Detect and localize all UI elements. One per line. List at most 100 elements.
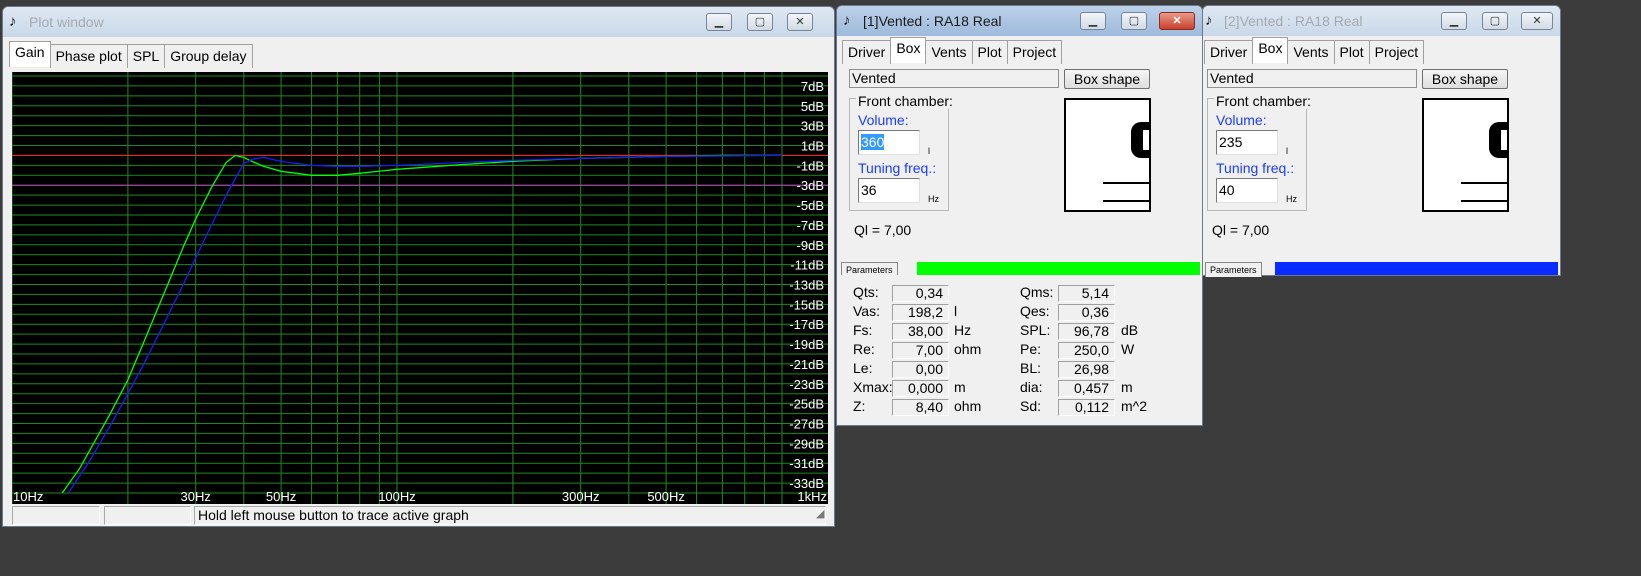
qes-value: 0,36 <box>1058 304 1115 321</box>
xmax-value: 0,000 <box>892 380 949 397</box>
window-title: [1]Vented : RA18 Real <box>863 13 1002 29</box>
close-button[interactable]: ✕ <box>1521 12 1553 30</box>
y-tick-label: -17dB <box>789 317 824 332</box>
y-tick-label: 3dB <box>801 119 824 134</box>
gain-plot[interactable]: 7dB 5dB 3dB 1dB -1dB -3dB -5dB -7dB -9dB -11dB -13… <box>12 72 828 504</box>
spl-label: SPL: <box>1020 322 1051 338</box>
tab-box[interactable]: Box <box>1252 37 1289 63</box>
bl-label: BL: <box>1020 360 1042 376</box>
y-tick-label: -11dB <box>790 258 824 273</box>
dia-label: dia: <box>1020 379 1043 395</box>
app-icon[interactable]: ♪ <box>9 13 23 31</box>
y-tick-label: -13dB <box>789 278 824 293</box>
plot-window-titlebar[interactable]: ♪ Plot window ▁ ▢ ✕ <box>3 7 834 37</box>
close-button[interactable]: ✕ <box>1159 12 1195 30</box>
bl-value: 26,98 <box>1058 361 1115 378</box>
maximize-button[interactable]: ▢ <box>747 13 773 31</box>
tuning-freq-unit: Hz <box>1286 194 1297 204</box>
tab-driver[interactable]: Driver <box>1204 40 1254 64</box>
y-tick-label: -9dB <box>797 238 824 253</box>
x-tick-label: 100Hz <box>378 489 416 504</box>
tuning-freq-input[interactable]: 40 <box>1216 178 1278 203</box>
y-tick-label: -7dB <box>797 218 824 233</box>
pe-value: 250,0 <box>1058 342 1115 359</box>
tab-plot[interactable]: Plot <box>971 40 1008 64</box>
y-tick-label: -27dB <box>789 417 824 432</box>
dia-unit: m <box>1121 379 1133 395</box>
ql-label: Ql = 7,00 <box>854 222 912 238</box>
status-box-1 <box>12 506 100 525</box>
volume-unit: l <box>928 146 930 156</box>
box-shape-preview <box>1064 98 1151 212</box>
y-tick-label: -19dB <box>789 337 824 352</box>
resize-grip-icon[interactable]: ◢ <box>816 508 828 520</box>
tab-box[interactable]: Box <box>890 37 927 63</box>
le-label: Le: <box>853 360 873 376</box>
vas-value: 198,2 <box>892 304 949 321</box>
qms-value: 5,14 <box>1058 285 1115 302</box>
tab-vents[interactable]: Vents <box>1287 40 1335 64</box>
fs-value: 38,00 <box>892 323 949 340</box>
parameters-strip <box>917 262 1200 275</box>
tab-group-delay[interactable]: Group delay <box>164 44 253 68</box>
close-button[interactable]: ✕ <box>787 13 813 31</box>
tuning-freq-input[interactable]: 36 <box>858 178 920 203</box>
maximize-button[interactable]: ▢ <box>1121 12 1147 30</box>
parameters-tab[interactable]: Parameters <box>1205 262 1262 277</box>
y-tick-label: -1dB <box>797 158 824 173</box>
front-chamber-label: Front chamber: <box>1214 93 1313 109</box>
box-window-1: ♪ [1]Vented : RA18 Real ▁ ▢ ✕ Driver Box… <box>836 5 1203 426</box>
tab-gain[interactable]: Gain <box>9 41 51 67</box>
y-tick-label: -15dB <box>789 297 824 312</box>
gain-chart[interactable]: 7dB 5dB 3dB 1dB -1dB -3dB -5dB -7dB -9dB -11dB -13… <box>12 72 828 504</box>
tab-phase-plot[interactable]: Phase plot <box>49 44 128 68</box>
tuning-freq-label: Tuning freq.: <box>1216 160 1295 176</box>
status-box-2 <box>104 506 191 525</box>
driver-cone-icon <box>1501 130 1507 150</box>
box-shape-button[interactable]: Box shape <box>1422 69 1508 89</box>
volume-input[interactable]: 360 <box>858 130 920 155</box>
window2-tabs: Driver Box Vents Plot Project <box>1204 37 1425 64</box>
parameters-strip <box>1275 262 1558 275</box>
vent-line-top <box>1461 182 1507 184</box>
minimize-button[interactable]: ▁ <box>1080 12 1106 30</box>
window-title: Plot window <box>29 14 104 30</box>
maximize-button[interactable]: ▢ <box>1482 12 1508 30</box>
driver-cone-icon <box>1143 130 1149 150</box>
sd-label: Sd: <box>1020 398 1042 414</box>
plot-window: ♪ Plot window ▁ ▢ ✕ Gain Phase plot SPL … <box>2 6 835 527</box>
volume-unit: l <box>1286 146 1288 156</box>
minimize-button[interactable]: ▁ <box>1441 12 1467 30</box>
volume-label: Volume: <box>858 112 909 128</box>
y-tick-label: 5dB <box>801 99 824 114</box>
tab-plot[interactable]: Plot <box>1333 40 1370 64</box>
tab-driver[interactable]: Driver <box>842 40 892 64</box>
window2-titlebar[interactable]: ♪ [2]Vented : RA18 Real ▁ ▢ ✕ <box>1203 6 1560 36</box>
parameters-panel: Qts: 0,34 Vas: 198,2 l Fs: 38,00 Hz Re: … <box>837 275 1202 425</box>
tab-project[interactable]: Project <box>1006 40 1063 64</box>
volume-input[interactable]: 235 <box>1216 130 1278 155</box>
front-chamber-label: Front chamber: <box>856 93 955 109</box>
app-icon[interactable]: ♪ <box>843 12 857 30</box>
pe-unit: W <box>1121 341 1135 357</box>
vas-label: Vas: <box>853 303 880 319</box>
dia-value: 0,457 <box>1058 380 1115 397</box>
tab-vents[interactable]: Vents <box>925 40 973 64</box>
le-value: 0,00 <box>892 361 949 378</box>
vent-line-top <box>1103 182 1149 184</box>
window1-titlebar[interactable]: ♪ [1]Vented : RA18 Real ▁ ▢ ✕ <box>837 6 1202 36</box>
box-type-field[interactable]: Vented <box>1207 69 1417 88</box>
status-message: Hold left mouse button to trace active g… <box>194 506 826 525</box>
tab-project[interactable]: Project <box>1368 40 1425 64</box>
tuning-freq-label: Tuning freq.: <box>858 160 937 176</box>
z-label: Z: <box>853 398 866 414</box>
box-shape-button[interactable]: Box shape <box>1064 69 1150 89</box>
vent-line-bottom <box>1461 200 1507 202</box>
minimize-button[interactable]: ▁ <box>706 13 732 31</box>
box-type-field[interactable]: Vented <box>849 69 1059 88</box>
app-icon[interactable]: ♪ <box>1205 12 1219 30</box>
y-tick-label: -31dB <box>789 456 824 471</box>
y-tick-label: -3dB <box>797 178 824 193</box>
y-tick-label: -25dB <box>789 397 824 412</box>
tab-spl[interactable]: SPL <box>126 44 166 68</box>
